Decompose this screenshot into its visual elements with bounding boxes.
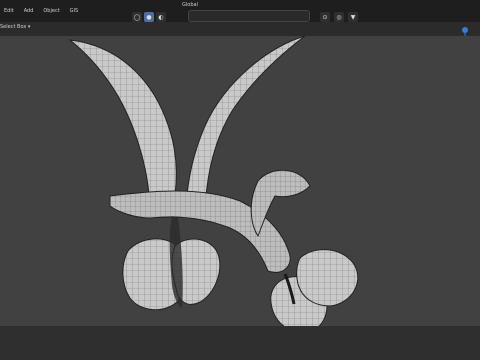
mesh-model	[68, 36, 359, 326]
main-menu: Edit Add Object GIS	[0, 0, 84, 22]
menu-item-edit[interactable]: Edit	[4, 8, 14, 14]
material-icon[interactable]: ◐	[156, 12, 166, 22]
transform-space-dropdown[interactable]: Global	[182, 2, 198, 8]
wireframe-icon[interactable]: ◯	[132, 12, 142, 22]
menu-item-add[interactable]: Add	[24, 8, 34, 14]
proportional-icon[interactable]: ◎	[334, 12, 344, 22]
search-input[interactable]	[188, 10, 310, 22]
menu-item-object[interactable]: Object	[43, 8, 59, 14]
3d-viewport[interactable]	[0, 36, 480, 326]
snap-icon[interactable]: ⊙	[320, 12, 330, 22]
viewport-floor	[0, 326, 480, 360]
filter-icon[interactable]: ▼	[348, 12, 358, 22]
select-mode-dropdown[interactable]: Select Box ▾	[0, 24, 30, 30]
transform-space-label: Global	[182, 2, 198, 8]
select-mode-label: Select Box ▾	[0, 24, 31, 30]
sub-toolbar	[0, 22, 480, 37]
menu-item-gis[interactable]: GIS	[70, 8, 79, 14]
solid-icon[interactable]: ●	[144, 12, 154, 22]
